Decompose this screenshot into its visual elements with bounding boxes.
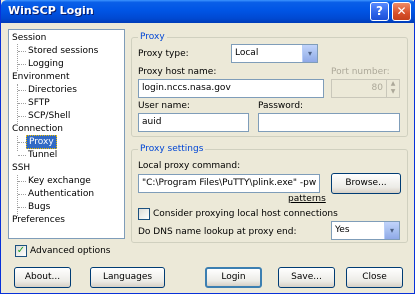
tree-item-logging[interactable]: Logging	[28, 58, 64, 70]
patterns-link[interactable]: patterns	[288, 194, 326, 205]
proxy-host-input[interactable]: login.nccs.nasa.gov	[138, 79, 324, 98]
local-proxy-command-label: Local proxy command:	[138, 161, 241, 171]
dns-lookup-value: Yes	[335, 225, 350, 235]
spin-down-icon: ▼	[390, 88, 396, 95]
port-number-value: 80	[371, 83, 383, 93]
chevron-down-icon: ▾	[302, 45, 317, 62]
dns-lookup-select[interactable]: Yes ▾	[331, 221, 400, 240]
tree-connector	[18, 194, 26, 195]
tree-item-ssh[interactable]: SSH	[12, 162, 30, 174]
tree-connector	[18, 181, 26, 182]
window-title: WinSCP Login	[8, 4, 94, 17]
proxy-host-value: login.nccs.nasa.gov	[142, 83, 231, 93]
user-name-value: auid	[142, 117, 162, 127]
tree-item-connection[interactable]: Connection	[12, 123, 63, 135]
tree-connector	[18, 90, 26, 91]
proxy-type-label: Proxy type:	[138, 49, 189, 59]
chevron-down-icon: ▾	[384, 222, 399, 239]
close-window-button[interactable]: ✕	[392, 2, 411, 21]
browse-button[interactable]: Browse...	[331, 173, 401, 194]
spin-up-icon: ▲	[390, 80, 396, 87]
tree-connector	[18, 64, 26, 65]
tree-item-proxy[interactable]: Proxy	[26, 135, 57, 149]
consider-proxying-checkbox[interactable]	[138, 208, 150, 220]
tree-item-directories[interactable]: Directories	[28, 84, 77, 96]
settings-tree[interactable]: Session Stored sessions Logging Environm…	[8, 29, 125, 239]
title-bar[interactable]: WinSCP Login ? ✕	[1, 0, 415, 23]
port-number-label: Port number:	[331, 67, 390, 77]
close-icon: ✕	[396, 4, 407, 18]
tree-item-tunnel[interactable]: Tunnel	[28, 149, 57, 161]
tree-connector	[17, 136, 18, 151]
tree-item-environment[interactable]: Environment	[12, 71, 69, 83]
close-button[interactable]: Close	[346, 267, 403, 288]
password-label: Password:	[258, 101, 304, 111]
tree-connector	[18, 51, 26, 52]
login-dialog: WinSCP Login ? ✕ Session Stored sessions…	[0, 0, 415, 294]
tree-connector	[17, 44, 18, 71]
about-button[interactable]: About...	[14, 267, 71, 288]
tree-item-bugs[interactable]: Bugs	[28, 201, 50, 213]
advanced-options-checkbox[interactable]: ✓	[15, 245, 27, 257]
local-proxy-command-input[interactable]: "C:\Program Files\PuTTY\plink.exe" -pw %	[138, 174, 320, 193]
tree-item-session[interactable]: Session	[12, 32, 46, 44]
spin-arrows-icon: ▲ ▼	[386, 80, 399, 97]
proxy-settings-group-title: Proxy settings	[138, 143, 206, 155]
save-button[interactable]: Save...	[278, 267, 335, 288]
help-icon: ?	[376, 4, 383, 18]
tree-connector	[18, 155, 26, 156]
user-name-label: User name:	[138, 101, 190, 111]
tree-connector	[18, 207, 26, 208]
login-button[interactable]: Login	[205, 267, 262, 288]
tree-connector	[18, 116, 26, 117]
proxy-host-label: Proxy host name:	[138, 67, 217, 77]
help-button[interactable]: ?	[370, 2, 389, 21]
tree-item-sftp[interactable]: SFTP	[28, 97, 50, 109]
proxy-group-title: Proxy	[138, 31, 167, 43]
proxy-type-select[interactable]: Local ▾	[231, 44, 318, 63]
tree-item-stored-sessions[interactable]: Stored sessions	[28, 45, 98, 57]
local-proxy-command-value: "C:\Program Files\PuTTY\plink.exe" -pw %	[142, 178, 320, 188]
tree-item-key-exchange[interactable]: Key exchange	[28, 175, 91, 187]
password-input[interactable]	[258, 113, 400, 132]
check-icon: ✓	[16, 245, 26, 256]
proxy-type-value: Local	[235, 48, 259, 58]
dns-lookup-label: Do DNS name lookup at proxy end:	[138, 227, 297, 237]
tree-connector	[18, 142, 26, 143]
tree-item-authentication[interactable]: Authentication	[28, 188, 94, 200]
port-number-input[interactable]: 80 ▲ ▼	[331, 79, 400, 98]
tree-item-scp-shell[interactable]: SCP/Shell	[28, 110, 70, 122]
languages-button[interactable]: Languages	[90, 267, 165, 288]
tree-connector	[18, 103, 26, 104]
consider-proxying-label: Consider proxying local host connections	[153, 209, 338, 219]
tree-item-preferences[interactable]: Preferences	[12, 214, 65, 226]
user-name-input[interactable]: auid	[138, 113, 249, 132]
advanced-options-label: Advanced options	[30, 246, 111, 256]
